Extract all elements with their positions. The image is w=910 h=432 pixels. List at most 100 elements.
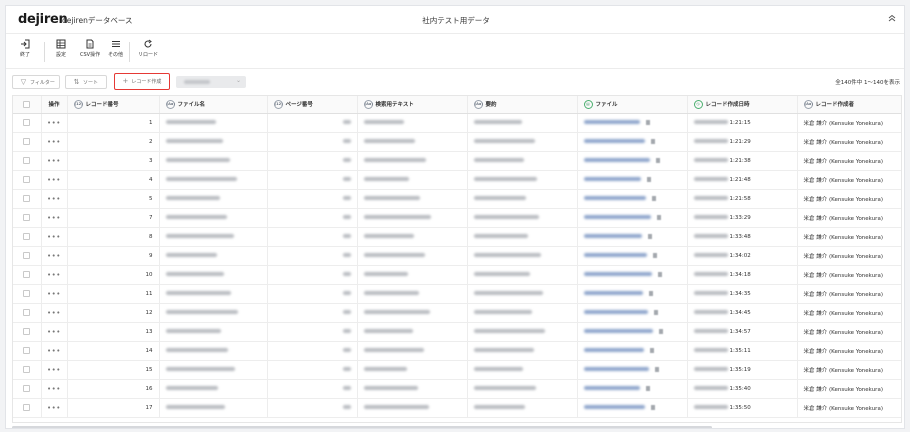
more-icon[interactable]: •••	[47, 271, 61, 279]
download-icon[interactable]	[655, 157, 660, 163]
more-icon[interactable]: •••	[47, 309, 61, 317]
download-icon[interactable]	[646, 176, 651, 182]
download-icon[interactable]	[645, 119, 650, 125]
download-icon[interactable]	[652, 252, 657, 258]
table-row[interactable]: ••• 4 1:21:48 米倉 謙介 (Kensuke Yonekura)	[13, 170, 901, 190]
table-row[interactable]: ••• 17 1:35:50 米倉 謙介 (Kensuke Yonekura)	[13, 398, 901, 418]
table-row[interactable]: ••• 14 1:35:11 米倉 謙介 (Kensuke Yonekura)	[13, 341, 901, 361]
row-actions[interactable]: •••	[41, 303, 68, 323]
row-checkbox-cell[interactable]	[13, 113, 42, 133]
table-row[interactable]: ••• 13 1:34:57 米倉 謙介 (Kensuke Yonekura)	[13, 322, 901, 342]
more-icon[interactable]: •••	[47, 195, 61, 203]
download-icon[interactable]	[650, 404, 655, 410]
row-actions[interactable]: •••	[41, 360, 68, 380]
select-all-checkbox[interactable]	[23, 100, 31, 108]
download-icon[interactable]	[647, 233, 652, 239]
more-icon[interactable]: •••	[47, 138, 61, 146]
row-actions[interactable]: •••	[41, 379, 68, 399]
file-cell[interactable]	[577, 189, 688, 209]
more-icon[interactable]: •••	[47, 157, 61, 165]
file-cell[interactable]	[577, 227, 688, 247]
row-checkbox-cell[interactable]	[13, 360, 42, 380]
sort-button[interactable]: ⇅ ソート	[65, 75, 107, 89]
column-header-summary[interactable]: (Aa) 要約	[467, 96, 578, 114]
row-actions[interactable]: •••	[41, 170, 68, 190]
more-icon[interactable]: •••	[47, 119, 61, 127]
row-checkbox[interactable]	[23, 404, 31, 411]
row-actions[interactable]: •••	[41, 113, 68, 133]
select-all-header[interactable]	[13, 96, 42, 114]
table-row[interactable]: ••• 9 1:34:02 米倉 謙介 (Kensuke Yonekura)	[13, 246, 901, 266]
row-actions[interactable]: •••	[41, 322, 68, 342]
row-checkbox-cell[interactable]	[13, 322, 42, 342]
download-icon[interactable]	[649, 347, 654, 353]
row-checkbox-cell[interactable]	[13, 132, 42, 152]
file-cell[interactable]	[577, 132, 688, 152]
column-header-search-text[interactable]: (Aa) 検索用テキスト	[357, 96, 468, 114]
file-cell[interactable]	[577, 151, 688, 171]
download-icon[interactable]	[648, 290, 653, 296]
table-row[interactable]: ••• 8 1:33:48 米倉 謙介 (Kensuke Yonekura)	[13, 227, 901, 247]
table-row[interactable]: ••• 5 1:21:58 米倉 謙介 (Kensuke Yonekura)	[13, 189, 901, 209]
row-checkbox[interactable]	[23, 309, 31, 316]
table-row[interactable]: ••• 3 1:21:38 米倉 謙介 (Kensuke Yonekura)	[13, 151, 901, 171]
download-icon[interactable]	[650, 138, 655, 144]
row-checkbox-cell[interactable]	[13, 227, 42, 247]
reload-button[interactable]: リロード	[138, 39, 158, 58]
row-checkbox[interactable]	[23, 271, 31, 278]
row-actions[interactable]: •••	[41, 398, 68, 418]
row-checkbox[interactable]	[23, 347, 31, 354]
row-actions[interactable]: •••	[41, 132, 68, 152]
file-cell[interactable]	[577, 303, 688, 323]
row-checkbox[interactable]	[23, 176, 31, 183]
row-checkbox[interactable]	[23, 290, 31, 297]
row-checkbox-cell[interactable]	[13, 170, 42, 190]
download-icon[interactable]	[653, 309, 658, 315]
table-row[interactable]: ••• 15 1:35:19 米倉 謙介 (Kensuke Yonekura)	[13, 360, 901, 380]
download-icon[interactable]	[645, 385, 650, 391]
more-icon[interactable]: •••	[47, 328, 61, 336]
row-actions[interactable]: •••	[41, 341, 68, 361]
bulk-action-select[interactable]: ⌄	[176, 76, 246, 88]
column-header-file[interactable]: ▤ ファイル	[577, 96, 688, 114]
download-icon[interactable]	[656, 214, 661, 220]
more-icon[interactable]: •••	[47, 252, 61, 260]
table-row[interactable]: ••• 7 1:33:29 米倉 謙介 (Kensuke Yonekura)	[13, 208, 901, 228]
more-icon[interactable]: •••	[47, 404, 61, 412]
row-checkbox-cell[interactable]	[13, 303, 42, 323]
row-checkbox[interactable]	[23, 138, 31, 145]
settings-button[interactable]: 設定	[56, 39, 66, 58]
more-icon[interactable]: •••	[47, 290, 61, 298]
file-cell[interactable]	[577, 113, 688, 133]
column-header-creator[interactable]: (Aa) レコード作成者	[797, 96, 901, 114]
file-cell[interactable]	[577, 379, 688, 399]
download-icon[interactable]	[651, 195, 656, 201]
more-icon[interactable]: •••	[47, 366, 61, 374]
row-checkbox-cell[interactable]	[13, 246, 42, 266]
csv-button[interactable]: CSV操作	[80, 39, 100, 58]
row-actions[interactable]: •••	[41, 189, 68, 209]
row-actions[interactable]: •••	[41, 208, 68, 228]
row-actions[interactable]: •••	[41, 284, 68, 304]
column-header-record-no[interactable]: (12) レコード番号	[67, 96, 160, 114]
file-cell[interactable]	[577, 284, 688, 304]
more-icon[interactable]: •••	[47, 214, 61, 222]
row-checkbox[interactable]	[23, 328, 31, 335]
row-checkbox[interactable]	[23, 366, 31, 373]
chevrons-up-icon[interactable]	[886, 14, 898, 26]
row-checkbox-cell[interactable]	[13, 398, 42, 418]
download-icon[interactable]	[654, 366, 659, 372]
table-row[interactable]: ••• 16 1:35:40 米倉 謙介 (Kensuke Yonekura)	[13, 379, 901, 399]
file-cell[interactable]	[577, 322, 688, 342]
more-icon[interactable]: •••	[47, 176, 61, 184]
column-header-created-at[interactable]: ◷ レコード作成日時	[687, 96, 798, 114]
row-checkbox-cell[interactable]	[13, 379, 42, 399]
filter-button[interactable]: ▽ フィルター	[12, 75, 60, 89]
row-checkbox[interactable]	[23, 252, 31, 259]
row-checkbox[interactable]	[23, 119, 31, 126]
file-cell[interactable]	[577, 398, 688, 418]
table-row[interactable]: ••• 11 1:34:35 米倉 謙介 (Kensuke Yonekura)	[13, 284, 901, 304]
row-checkbox[interactable]	[23, 195, 31, 202]
row-checkbox-cell[interactable]	[13, 151, 42, 171]
download-icon[interactable]	[658, 328, 663, 334]
